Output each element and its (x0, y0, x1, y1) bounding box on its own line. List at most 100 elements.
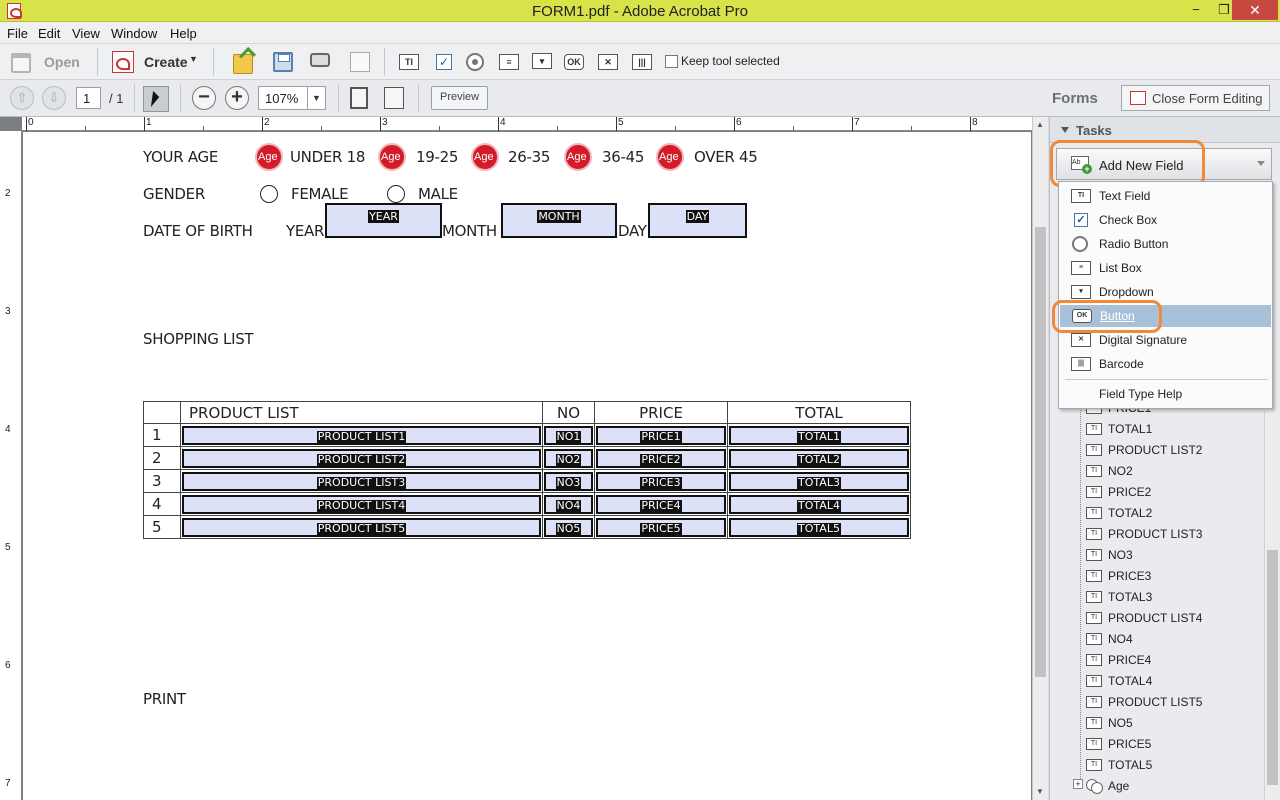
price-field[interactable]: PRICE5 (594, 515, 728, 539)
form-field-box[interactable]: PRICE2 (596, 448, 726, 468)
menu-file[interactable]: File (7, 26, 28, 41)
save-icon[interactable] (273, 52, 293, 72)
year-field[interactable]: YEAR (325, 203, 442, 238)
close-form-editing-button[interactable]: Close Form Editing (1121, 85, 1270, 111)
print-icon[interactable] (310, 53, 330, 67)
menu-item-check-box[interactable]: ✓ Check Box (1059, 209, 1272, 231)
form-field-box[interactable]: PRODUCT LIST2 (182, 448, 541, 468)
next-page-icon[interactable]: ⇩ (42, 86, 66, 110)
month-field[interactable]: MONTH (501, 203, 617, 238)
day-field[interactable]: DAY (648, 203, 747, 238)
check-box-tool-icon[interactable]: ✓ (436, 54, 452, 70)
list-box-tool-icon[interactable]: ≡ (499, 54, 519, 70)
product-field[interactable]: PRODUCT LIST1 (180, 423, 543, 447)
create-button[interactable]: Create (144, 54, 188, 70)
form-field-box[interactable]: NO5 (544, 517, 593, 537)
form-field-box[interactable]: NO3 (544, 471, 593, 491)
product-field[interactable]: PRODUCT LIST2 (180, 446, 543, 470)
product-field[interactable]: PRODUCT LIST5 (180, 515, 543, 539)
menu-help[interactable]: Help (170, 26, 197, 41)
zoom-level-select[interactable]: 107% ▼ (258, 86, 326, 110)
form-field-box[interactable]: NO2 (544, 448, 593, 468)
no-field[interactable]: NO1 (542, 423, 595, 447)
price-field[interactable]: PRICE4 (594, 492, 728, 516)
age-radio-26-35[interactable]: Age (471, 143, 499, 171)
price-field[interactable]: PRICE3 (594, 469, 728, 493)
document-scrollbar[interactable]: ▲ ▼ (1032, 117, 1048, 800)
fit-page-icon[interactable] (350, 87, 368, 109)
zoom-in-icon[interactable]: + (225, 86, 249, 110)
price-field[interactable]: PRICE1 (594, 423, 728, 447)
gender-radio-male[interactable] (387, 185, 405, 203)
create-dropdown-arrow-icon[interactable]: ▼ (189, 54, 198, 64)
no-field[interactable]: NO2 (542, 446, 595, 470)
edit-document-icon[interactable] (350, 52, 370, 72)
collapse-triangle-icon[interactable] (1061, 127, 1069, 133)
total-field[interactable]: TOTAL2 (727, 446, 911, 470)
total-field[interactable]: TOTAL1 (727, 423, 911, 447)
form-field-box[interactable]: PRICE4 (596, 494, 726, 514)
button-tool-icon[interactable]: OK (564, 54, 584, 70)
form-field-box[interactable]: PRODUCT LIST3 (182, 471, 541, 491)
barcode-tool-icon[interactable]: ||| (632, 54, 652, 70)
total-field[interactable]: TOTAL3 (727, 469, 911, 493)
menu-item-text-field[interactable]: TI Text Field (1059, 185, 1272, 207)
create-pdf-icon[interactable] (112, 51, 134, 73)
no-field[interactable]: NO3 (542, 469, 595, 493)
product-field[interactable]: PRODUCT LIST4 (180, 492, 543, 516)
form-field-box[interactable]: NO4 (544, 494, 593, 514)
form-field-box[interactable]: TOTAL5 (729, 517, 909, 537)
field-type-help-link[interactable]: Field Type Help (1099, 387, 1182, 401)
chevron-down-icon[interactable] (1257, 161, 1265, 166)
menu-window[interactable]: Window (111, 26, 157, 41)
gender-radio-female[interactable] (260, 185, 278, 203)
form-field-box[interactable]: TOTAL3 (729, 471, 909, 491)
dropdown-tool-icon[interactable]: ▾ (532, 53, 552, 69)
close-button[interactable]: ✕ (1232, 0, 1278, 20)
menu-item-barcode[interactable]: ||| Barcode (1059, 353, 1272, 375)
form-field-box[interactable]: PRODUCT LIST5 (182, 517, 541, 537)
zoom-out-icon[interactable]: − (192, 86, 216, 110)
total-field[interactable]: TOTAL5 (727, 515, 911, 539)
scrollbar-thumb[interactable] (1035, 227, 1046, 677)
form-field-box[interactable]: PRODUCT LIST1 (182, 425, 541, 445)
price-field[interactable]: PRICE2 (594, 446, 728, 470)
no-field[interactable]: NO5 (542, 515, 595, 539)
text-field-tool-icon[interactable]: TI (399, 54, 419, 70)
fields-scrollbar[interactable] (1264, 410, 1279, 800)
select-tool-button[interactable] (143, 86, 169, 112)
form-field-box[interactable]: PRICE5 (596, 517, 726, 537)
form-field-box[interactable]: NO1 (544, 425, 593, 445)
total-field[interactable]: TOTAL4 (727, 492, 911, 516)
age-radio-over-45[interactable]: Age (656, 143, 684, 171)
open-icon[interactable] (11, 53, 31, 73)
previous-page-icon[interactable]: ⇧ (10, 86, 34, 110)
open-button[interactable]: Open (44, 54, 80, 70)
menu-view[interactable]: View (72, 26, 100, 41)
radio-button-tool-icon[interactable] (466, 53, 484, 71)
scrollbar-thumb[interactable] (1267, 550, 1278, 785)
age-radio-under-18[interactable]: Age (255, 143, 283, 171)
page-number-input[interactable]: 1 (76, 87, 101, 109)
form-field-box[interactable]: TOTAL2 (729, 448, 909, 468)
product-field[interactable]: PRODUCT LIST3 (180, 469, 543, 493)
digital-signature-tool-icon[interactable]: ✕ (598, 54, 618, 70)
chevron-down-icon[interactable]: ▼ (307, 87, 325, 109)
keep-tool-selected-checkbox[interactable] (665, 55, 678, 68)
scroll-down-icon[interactable]: ▼ (1036, 787, 1044, 796)
form-field-box[interactable]: PRODUCT LIST4 (182, 494, 541, 514)
form-field-box[interactable]: PRICE1 (596, 425, 726, 445)
open-folder-icon[interactable] (233, 54, 253, 74)
age-radio-19-25[interactable]: Age (378, 143, 406, 171)
menu-item-radio-button[interactable]: Radio Button (1059, 233, 1272, 255)
preview-button[interactable]: Preview (431, 86, 489, 110)
form-field-box[interactable]: TOTAL1 (729, 425, 909, 445)
menu-edit[interactable]: Edit (38, 26, 60, 41)
minimize-button[interactable]: − (1182, 0, 1210, 20)
scroll-up-icon[interactable]: ▲ (1036, 120, 1044, 129)
menu-item-list-box[interactable]: ≡ List Box (1059, 257, 1272, 279)
age-radio-36-45[interactable]: Age (564, 143, 592, 171)
full-screen-icon[interactable] (384, 87, 404, 109)
no-field[interactable]: NO4 (542, 492, 595, 516)
tree-expand-icon[interactable]: + (1073, 779, 1083, 789)
